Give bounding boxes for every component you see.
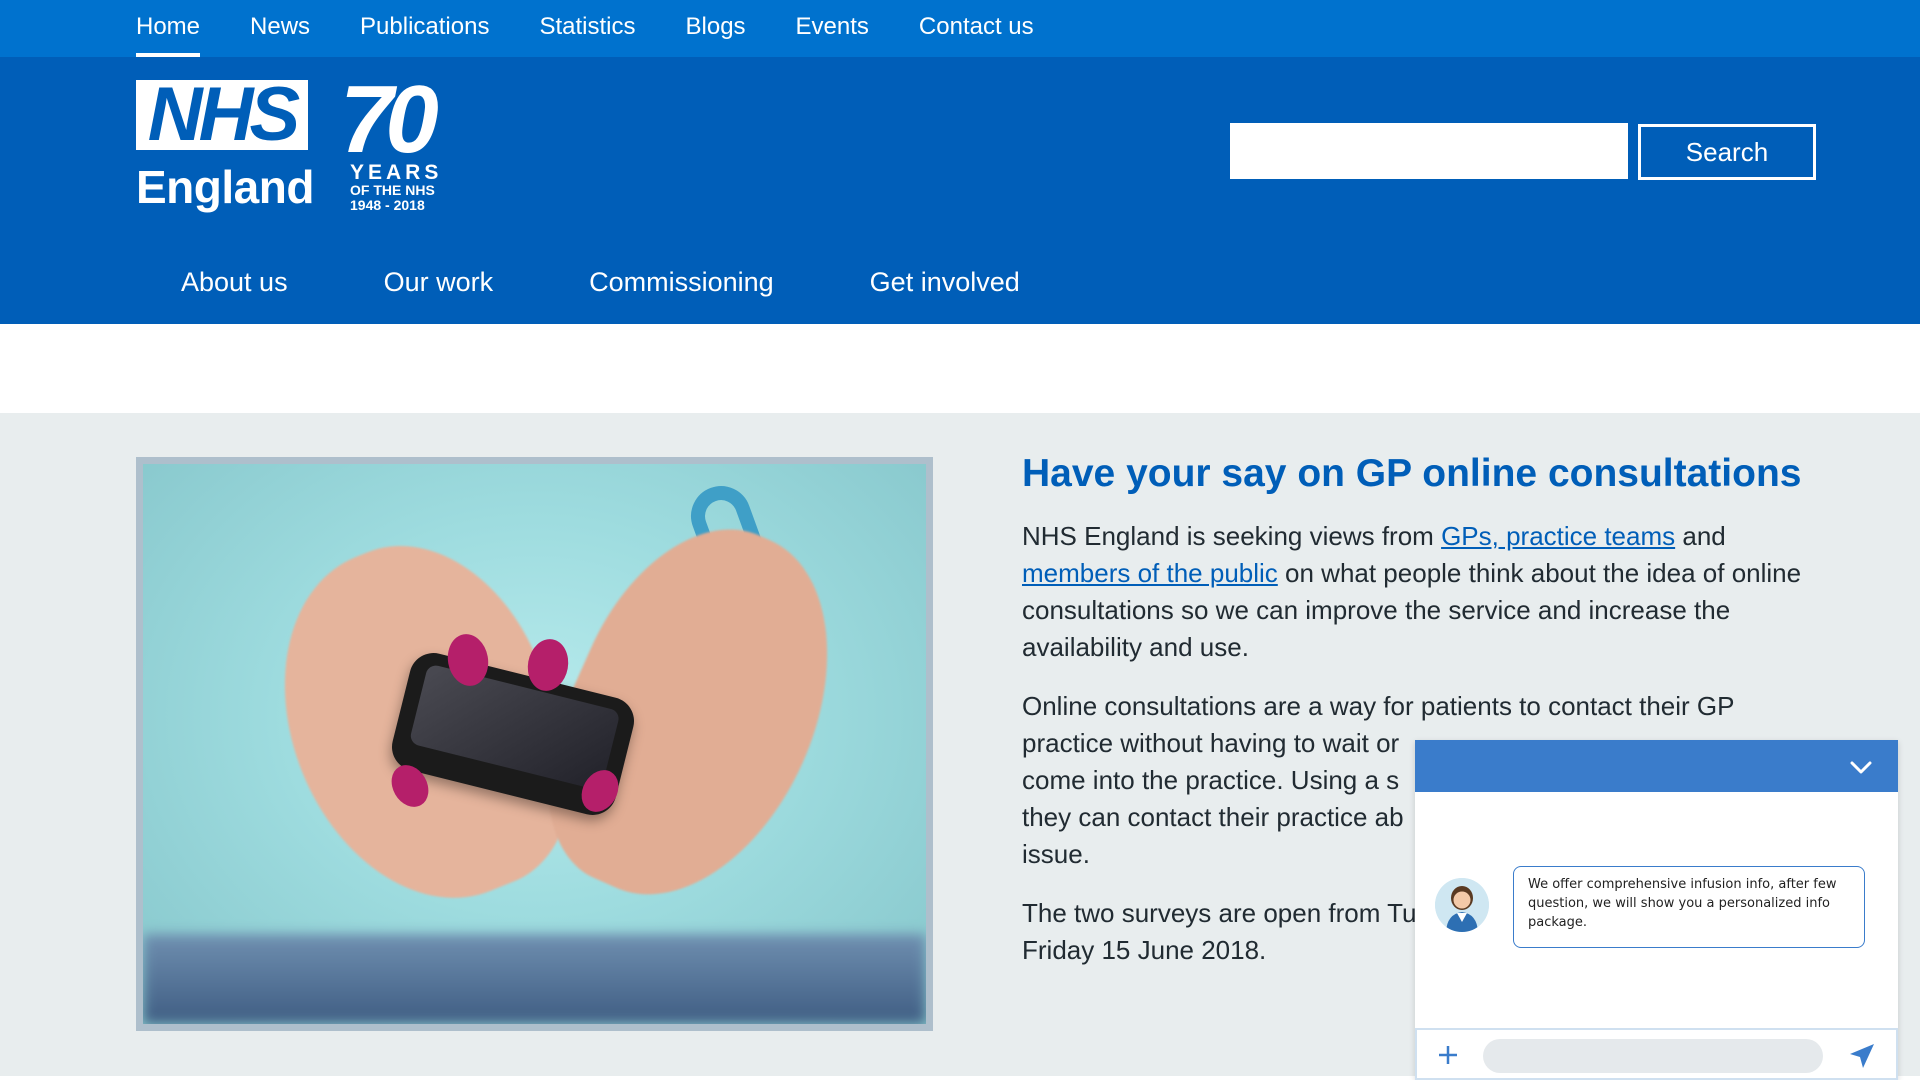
anniversary-number: 70 xyxy=(340,66,439,173)
p3-line-2: Friday 15 June 2018. xyxy=(1022,935,1267,965)
p1-text-mid: and xyxy=(1675,521,1726,551)
send-icon[interactable] xyxy=(1848,1042,1876,1070)
anniversary-of-nhs: OF THE NHS xyxy=(350,182,435,198)
nhs-wordmark: NHS xyxy=(136,77,308,153)
top-nav-contact-us[interactable]: Contact us xyxy=(919,0,1034,57)
main-nav: About us Our work Commissioning Get invo… xyxy=(181,267,1116,298)
plus-icon[interactable] xyxy=(1433,1040,1463,1070)
p3-line-1: The two surveys are open from Tu xyxy=(1022,898,1417,928)
article-paragraph-1: NHS England is seeking views from GPs, p… xyxy=(1022,518,1822,666)
top-navigation-bar: Home News Publications Statistics Blogs … xyxy=(0,0,1920,57)
p2-line-4: they can contact their practice ab xyxy=(1022,802,1404,832)
top-nav-publications[interactable]: Publications xyxy=(360,0,489,57)
anniversary-years: YEARS xyxy=(350,161,443,184)
site-header: NHS England 70 YEARS OF THE NHS 1948 - 2… xyxy=(0,57,1920,324)
p2-line-1: Online consultations are a way for patie… xyxy=(1022,691,1735,721)
main-nav-commissioning[interactable]: Commissioning xyxy=(589,267,774,298)
chat-message-input[interactable] xyxy=(1483,1039,1823,1073)
main-nav-about-us[interactable]: About us xyxy=(181,267,288,298)
seventy-years-logo: 70 YEARS OF THE NHS 1948 - 2018 xyxy=(340,66,456,213)
chevron-down-icon[interactable] xyxy=(1848,754,1874,780)
top-nav-news[interactable]: News xyxy=(250,0,310,57)
chat-widget: We offer comprehensive infusion info, af… xyxy=(1415,740,1898,1080)
feature-image-frame xyxy=(136,457,933,1031)
main-nav-our-work[interactable]: Our work xyxy=(384,267,494,298)
top-nav-statistics[interactable]: Statistics xyxy=(539,0,635,57)
chat-message-bubble: We offer comprehensive infusion info, af… xyxy=(1513,866,1865,948)
p2-line-5: issue. xyxy=(1022,839,1090,869)
link-gps-practice-teams[interactable]: GPs, practice teams xyxy=(1441,521,1675,551)
top-nav-blogs[interactable]: Blogs xyxy=(686,0,746,57)
top-nav-home[interactable]: Home xyxy=(136,0,201,57)
top-nav-events[interactable]: Events xyxy=(796,0,869,57)
chat-body: We offer comprehensive infusion info, af… xyxy=(1415,792,1898,1028)
anniversary-dates: 1948 - 2018 xyxy=(350,197,425,213)
nhs-region-name: England xyxy=(136,161,314,213)
p2-line-2: practice without having to wait or xyxy=(1022,728,1400,758)
feature-image-hands-phone xyxy=(143,464,926,1024)
chat-footer xyxy=(1415,1028,1898,1080)
search-input[interactable] xyxy=(1230,123,1628,179)
p1-text-start: NHS England is seeking views from xyxy=(1022,521,1442,551)
search-button[interactable]: Search xyxy=(1638,124,1816,180)
chat-header xyxy=(1415,740,1898,792)
link-members-of-the-public[interactable]: members of the public xyxy=(1022,558,1278,588)
avatar-icon xyxy=(1435,878,1489,932)
p2-line-3: come into the practice. Using a s xyxy=(1022,765,1400,795)
nhs-england-logo[interactable]: NHS England xyxy=(136,77,314,214)
main-nav-get-involved[interactable]: Get involved xyxy=(870,267,1020,298)
article-title: Have your say on GP online consultations xyxy=(1022,452,1802,495)
top-nav: Home News Publications Statistics Blogs … xyxy=(136,0,1084,57)
